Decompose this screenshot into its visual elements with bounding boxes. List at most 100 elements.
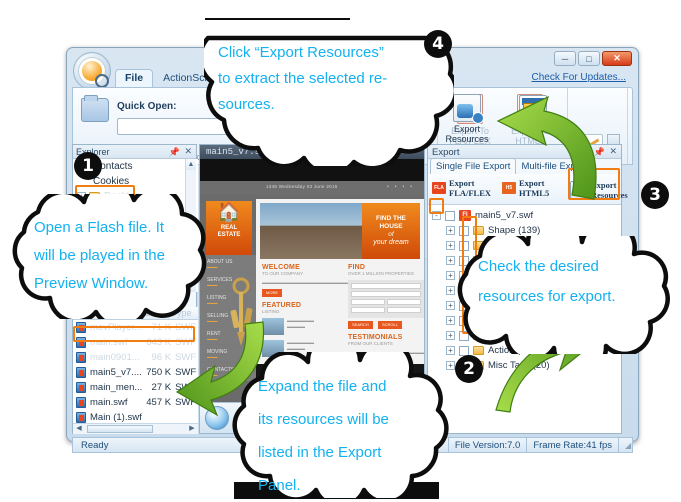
- minimize-button[interactable]: ─: [554, 51, 576, 66]
- tab-file[interactable]: File: [115, 69, 154, 87]
- scroll-button[interactable]: SCROLL: [377, 321, 402, 329]
- file-size: 457 K: [146, 397, 172, 408]
- app-menu-orb-icon[interactable]: [73, 52, 111, 90]
- checkbox[interactable]: [459, 225, 469, 236]
- scroll-left-icon[interactable]: ◀: [73, 424, 85, 434]
- callout-1-text: Open a Flash file. It will be played in …: [34, 219, 165, 292]
- fla-icon: FLA: [432, 182, 446, 194]
- site-brand-line-2: ESTATE: [217, 232, 241, 238]
- file-name: main5_v7....: [90, 367, 142, 378]
- window-controls: ─ □ ✕: [554, 51, 632, 66]
- hero-photo: [260, 203, 362, 259]
- callout-4: Click “Export Resources” to extract the …: [204, 16, 454, 166]
- hero-line-2: HOUSE: [379, 223, 403, 230]
- step-badge-2: 2: [455, 355, 483, 383]
- arrow-to-export-resources: [496, 95, 597, 200]
- file-name: Main (1).swf: [90, 412, 142, 423]
- fl-icon: Fl: [459, 210, 471, 221]
- callout-3: Check the desired resources for export.: [450, 236, 675, 354]
- swf-file-icon: [76, 397, 86, 408]
- file-name: main0901...: [90, 352, 140, 363]
- resize-grip-icon[interactable]: ◢: [618, 438, 632, 452]
- close-icon[interactable]: ✕: [184, 146, 192, 157]
- swf-file-icon: [76, 337, 86, 348]
- hero-band: FIND THE HOUSE of your dream: [362, 203, 420, 259]
- callout-4-text: Click “Export Resources” to extract the …: [218, 44, 388, 113]
- quick-open-label: Quick Open:: [117, 101, 177, 112]
- file-size: 750 K: [146, 367, 172, 378]
- welcome-subheading: TO OUR COMPANY: [262, 271, 304, 276]
- folder-icon: [473, 226, 484, 235]
- export-fla-label-1: Export: [449, 178, 475, 188]
- search-form: [348, 280, 424, 318]
- scroll-right-icon[interactable]: ▶: [186, 424, 198, 434]
- testimonials-subheading: FROM OUR CLIENTS: [348, 341, 393, 346]
- house-icon: 🏠: [217, 202, 241, 223]
- close-button[interactable]: ✕: [602, 51, 632, 66]
- tree-item-label: main5_v7.swf: [475, 210, 534, 221]
- tree-item-label: Shape (139): [488, 225, 541, 236]
- file-size: 71 K: [151, 322, 172, 333]
- max-price-field[interactable]: [387, 299, 421, 305]
- step-badge-4: 4: [424, 30, 452, 58]
- file-size: 96 K: [151, 352, 172, 363]
- export-resources-icon: [453, 94, 483, 123]
- tree-item-label: Cookies: [93, 176, 130, 187]
- step-badge-1: 1: [74, 152, 102, 180]
- folder-icon: [81, 95, 109, 122]
- site-hero: FIND THE HOUSE of your dream: [260, 203, 420, 259]
- swf-file-icon: [76, 412, 86, 423]
- scroll-up-icon[interactable]: ▲: [186, 159, 196, 170]
- site-right-column: FIND OVER 1 MILLION PROPERTIES SEARCH SC…: [348, 264, 424, 356]
- export-fla-label-2: FLA/FLEX: [449, 188, 492, 198]
- step-badge-3: 3: [641, 181, 669, 209]
- tree-item-root[interactable]: - Fl main5_v7.swf: [428, 208, 621, 223]
- featured-subheading: LISTING: [262, 309, 280, 314]
- file-name: movPlayer...: [90, 322, 143, 333]
- select-area-field[interactable]: [351, 283, 421, 289]
- file-name: main_men...: [90, 382, 143, 393]
- close-icon[interactable]: ✕: [609, 146, 617, 157]
- more-link[interactable]: MORE: [262, 289, 282, 297]
- callout-1: Open a Flash file. It will be played in …: [10, 194, 210, 319]
- collapse-icon[interactable]: -: [432, 211, 441, 220]
- callout-2-text: Expand the file and its resources will b…: [258, 378, 389, 494]
- file-size: 643 K: [146, 337, 172, 348]
- export-fla-flex-button[interactable]: FLA Export FLA/FLEX: [432, 178, 491, 198]
- property-type-field[interactable]: [351, 291, 421, 297]
- beds-row: [351, 307, 421, 315]
- search-button[interactable]: SEARCH: [348, 321, 373, 329]
- file-name: main.swf: [90, 397, 128, 408]
- baths-field[interactable]: [387, 307, 421, 313]
- scrollbar-thumb[interactable]: [87, 425, 153, 433]
- swf-file-icon: [76, 367, 86, 378]
- hero-line-1: FIND THE: [376, 215, 406, 222]
- status-file-version: File Version:7.0: [447, 438, 526, 452]
- min-price-field[interactable]: [351, 299, 385, 305]
- swf-file-icon: [76, 352, 86, 363]
- swf-file-icon: [76, 382, 86, 393]
- callout-2: Expand the file and its resources will b…: [232, 352, 450, 498]
- hero-line-3: of: [388, 231, 394, 238]
- checkbox[interactable]: [445, 210, 455, 221]
- find-subheading: OVER 1 MILLION PROPERTIES: [348, 271, 414, 276]
- status-frame-rate: Frame Rate:41 fps: [526, 438, 618, 452]
- site-nav-title: 1345 Wednesday 03 June 2015: [266, 184, 338, 189]
- swf-file-icon: [76, 322, 86, 333]
- expander-icon[interactable]: +: [446, 226, 455, 235]
- welcome-body: ▬▬▬▬▬▬▬▬▬▬▬▬▬▬▬▬▬▬▬▬▬▬▬▬▬▬▬▬: [262, 280, 388, 285]
- site-nav-links: ••••: [386, 184, 418, 190]
- price-row: [351, 299, 421, 307]
- check-for-updates-link[interactable]: Check For Updates...: [532, 72, 626, 83]
- site-brand-line-1: REAL: [220, 225, 238, 231]
- magnifier-orb-icon: [79, 58, 109, 88]
- callout-3-text: Check the desired resources for export.: [478, 258, 616, 305]
- hero-line-4: your dream: [373, 239, 409, 246]
- site-navbar: 1345 Wednesday 03 June 2015 ••••: [200, 181, 424, 195]
- file-name: main.swf: [90, 337, 128, 348]
- beds-field[interactable]: [351, 307, 385, 313]
- site-logo: 🏠 REAL ESTATE: [206, 201, 252, 255]
- pin-icon[interactable]: 📌: [169, 147, 180, 158]
- file-size: 27 K: [151, 382, 172, 393]
- maximize-button[interactable]: □: [578, 51, 600, 66]
